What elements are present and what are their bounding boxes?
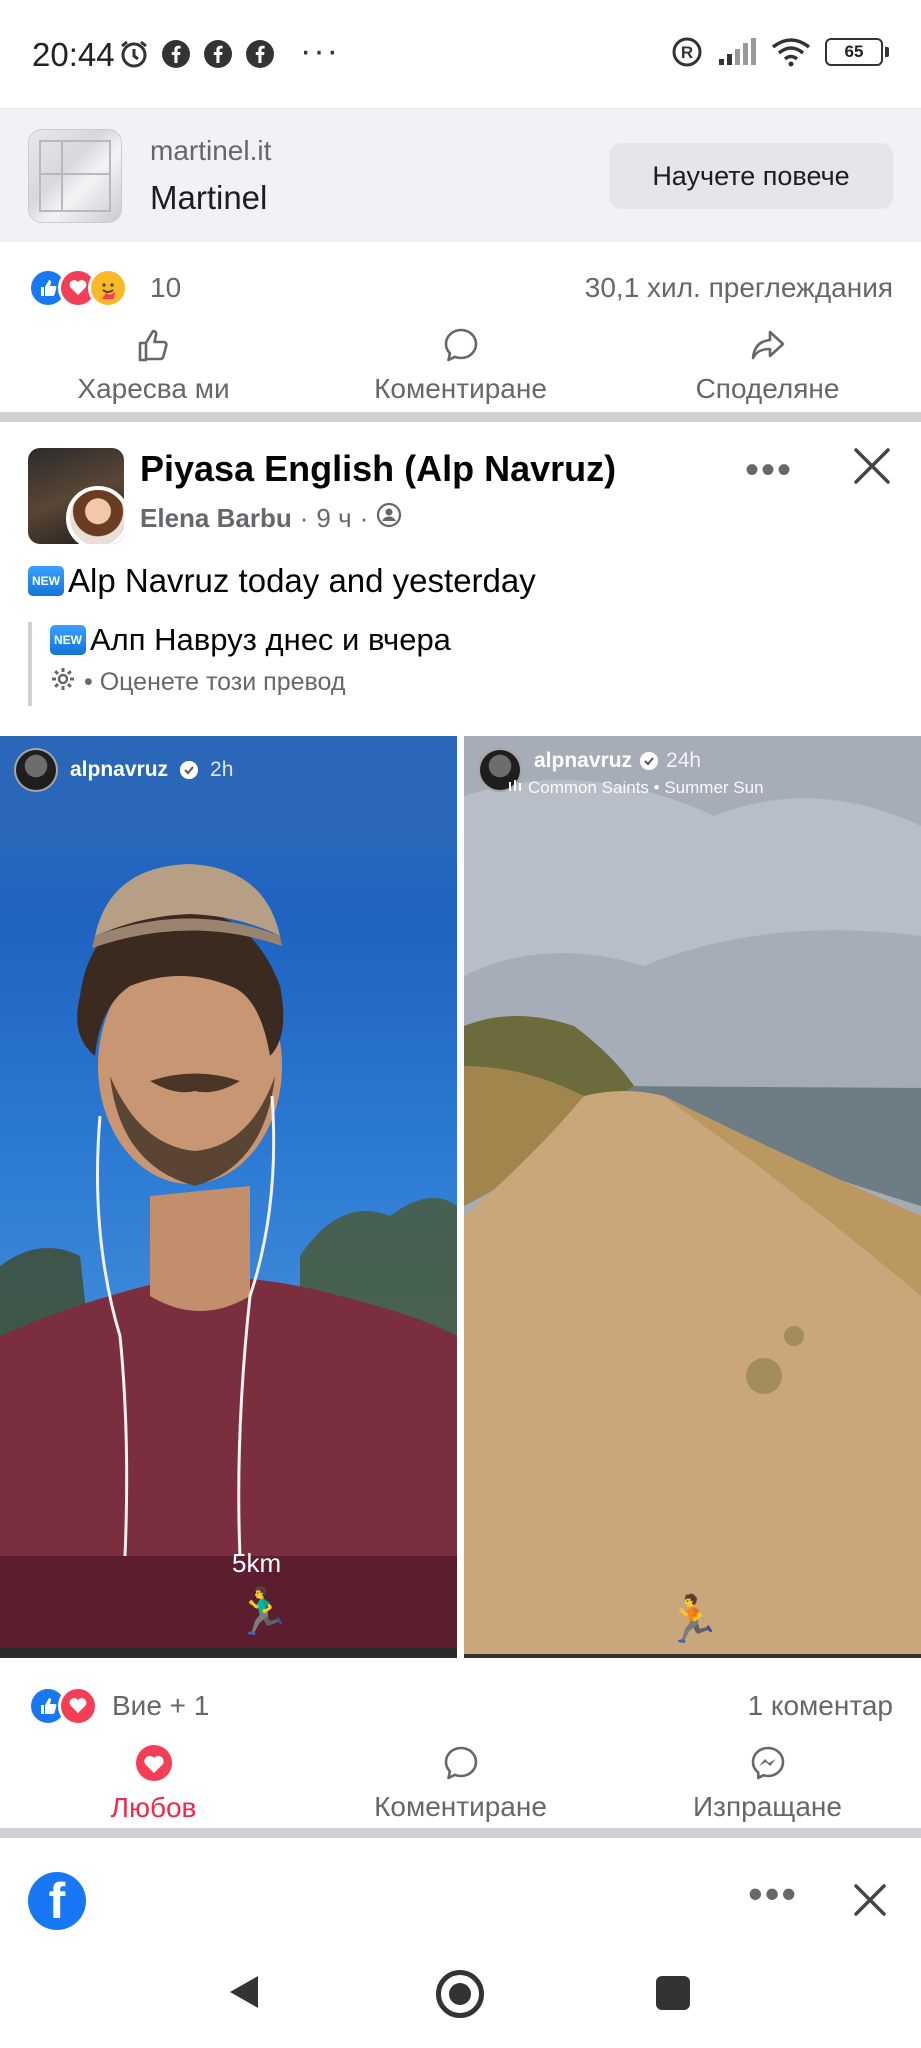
translated-text-content: Алп Навруз днес и вчера — [90, 622, 451, 657]
like-button[interactable]: Харесва ми — [0, 320, 307, 410]
story-song: Common Saints • Summer Sun — [508, 778, 764, 798]
thumbs-up-icon — [135, 326, 173, 369]
alarm-icon — [118, 38, 150, 70]
status-bar: 20:44 ··· R 65 — [0, 0, 921, 108]
group-avatar[interactable] — [28, 448, 124, 544]
care-reaction-icon — [88, 268, 128, 308]
facebook-notification-icon — [160, 38, 192, 70]
love-reaction-icon — [58, 1686, 98, 1726]
beach-road-illustration — [464, 736, 921, 1658]
heart-icon — [134, 1743, 174, 1788]
views-count: 30,1 хил. преглеждания — [584, 272, 893, 303]
share-icon — [749, 326, 787, 369]
audience-icon — [376, 502, 402, 535]
status-notifications — [118, 38, 276, 70]
ad-reactions-summary[interactable]: 10 30,1 хил. преглеждания — [0, 258, 921, 318]
story-avatar — [14, 748, 58, 792]
post-reactions-summary[interactable]: Вие + 1 1 коментар — [0, 1676, 921, 1736]
send-label: Изпращане — [693, 1790, 842, 1822]
author-avatar[interactable] — [66, 486, 124, 544]
registered-icon: R — [671, 36, 703, 68]
facebook-logo-icon[interactable]: f — [28, 1872, 86, 1930]
ad-name: Martinel — [150, 179, 268, 216]
status-more-notifications: ··· — [300, 32, 340, 70]
comment-count[interactable]: 1 коментар — [748, 1690, 893, 1722]
distance-label: 5km — [232, 1548, 282, 1578]
reaction-icons — [28, 1686, 98, 1726]
post-text-content: Alp Navruz today and yesterday — [68, 562, 536, 599]
post-text: NEW Alp Navruz today and yesterday — [28, 562, 536, 600]
verified-icon — [640, 752, 659, 770]
ad-thumbnail[interactable] — [28, 129, 122, 223]
ad-actions: Харесва ми Коментиране Споделяне — [0, 320, 921, 410]
comment-icon — [442, 1744, 480, 1787]
meta-separator: · — [359, 503, 369, 533]
feed-divider — [0, 412, 921, 422]
facebook-notification-icon — [202, 38, 234, 70]
love-label: Любов — [110, 1791, 197, 1823]
ad-header[interactable]: martinel.it Martinel Научете повече — [0, 108, 921, 242]
comment-label: Коментиране — [374, 1790, 547, 1822]
post-actions: Любов Коментиране Изпращане — [0, 1738, 921, 1828]
messenger-icon — [749, 1744, 787, 1787]
meta-separator: · — [299, 503, 309, 533]
back-icon[interactable] — [226, 1972, 262, 2017]
like-label: Харесва ми — [77, 372, 230, 404]
close-icon[interactable] — [850, 444, 894, 488]
story-username: alpnavruz — [70, 758, 169, 781]
send-button[interactable]: Изпращане — [614, 1738, 921, 1828]
translated-text: NEW Алп Навруз днес и вчера — [50, 622, 451, 658]
reaction-count[interactable]: Вие + 1 — [112, 1690, 209, 1722]
rate-translation[interactable]: • Оценете този превод — [50, 666, 451, 699]
verified-icon — [180, 761, 199, 779]
share-button[interactable]: Споделяне — [614, 320, 921, 410]
feed-divider — [0, 1828, 921, 1838]
home-icon[interactable] — [436, 1970, 484, 2018]
post-more-button[interactable]: ••• — [745, 448, 793, 493]
story-song-title: Common Saints • Summer Sun — [528, 778, 764, 797]
runner-icon: 🏃 — [664, 1593, 722, 1645]
story-username: alpnavruz — [534, 749, 633, 772]
post-time[interactable]: 9 ч — [316, 503, 351, 534]
love-button[interactable]: Любов — [0, 1738, 307, 1828]
comment-button[interactable]: Коментиране — [307, 1738, 614, 1828]
music-bars-icon — [508, 778, 522, 798]
signal-icon — [717, 36, 757, 68]
comment-button[interactable]: Коментиране — [307, 320, 614, 410]
status-system-icons: R 65 — [671, 36, 889, 68]
comment-icon — [442, 326, 480, 369]
story-time: 24h — [666, 749, 702, 772]
story-time: 2h — [210, 758, 234, 781]
translation-block: NEW Алп Навруз днес и вчера • Оценете то… — [28, 622, 451, 706]
story-header: alpnavruz 2h — [14, 748, 233, 792]
comment-label: Коментиране — [374, 372, 547, 404]
svg-text:R: R — [681, 43, 693, 62]
story-user-line: alpnavruz 24h — [534, 749, 701, 773]
author-name[interactable]: Elena Barbu — [140, 503, 292, 534]
share-label: Споделяне — [695, 372, 840, 404]
browser-more-button[interactable]: ••• — [748, 1870, 798, 1918]
battery-indicator: 65 — [825, 38, 889, 66]
selfie-illustration — [0, 736, 457, 1658]
post-meta: Elena Barbu · 9 ч · — [140, 502, 402, 535]
ad-domain: martinel.it — [150, 135, 272, 166]
recent-apps-icon[interactable] — [656, 1976, 690, 2010]
facebook-notification-icon — [244, 38, 276, 70]
group-name[interactable]: Piyasa English (Alp Navruz) — [140, 448, 616, 490]
learn-more-button[interactable]: Научете повече — [609, 143, 893, 209]
status-time: 20:44 — [32, 36, 115, 73]
story-photo-right[interactable]: alpnavruz 24h Common Saints • Summer Sun… — [464, 736, 921, 1658]
reaction-icons — [28, 268, 128, 308]
new-badge-icon: NEW — [50, 625, 86, 655]
reaction-count[interactable]: 10 — [150, 272, 181, 304]
browser-close-icon[interactable] — [848, 1878, 892, 1922]
rate-translation-label: • Оценете този превод — [84, 668, 346, 696]
wifi-icon — [771, 36, 811, 68]
story-photo-left[interactable]: alpnavruz 2h 5km 🏃‍♂️ — [0, 736, 457, 1658]
gear-icon — [50, 666, 76, 699]
new-badge-icon: NEW — [28, 566, 64, 596]
runner-icon: 🏃‍♂️ — [234, 1585, 292, 1637]
